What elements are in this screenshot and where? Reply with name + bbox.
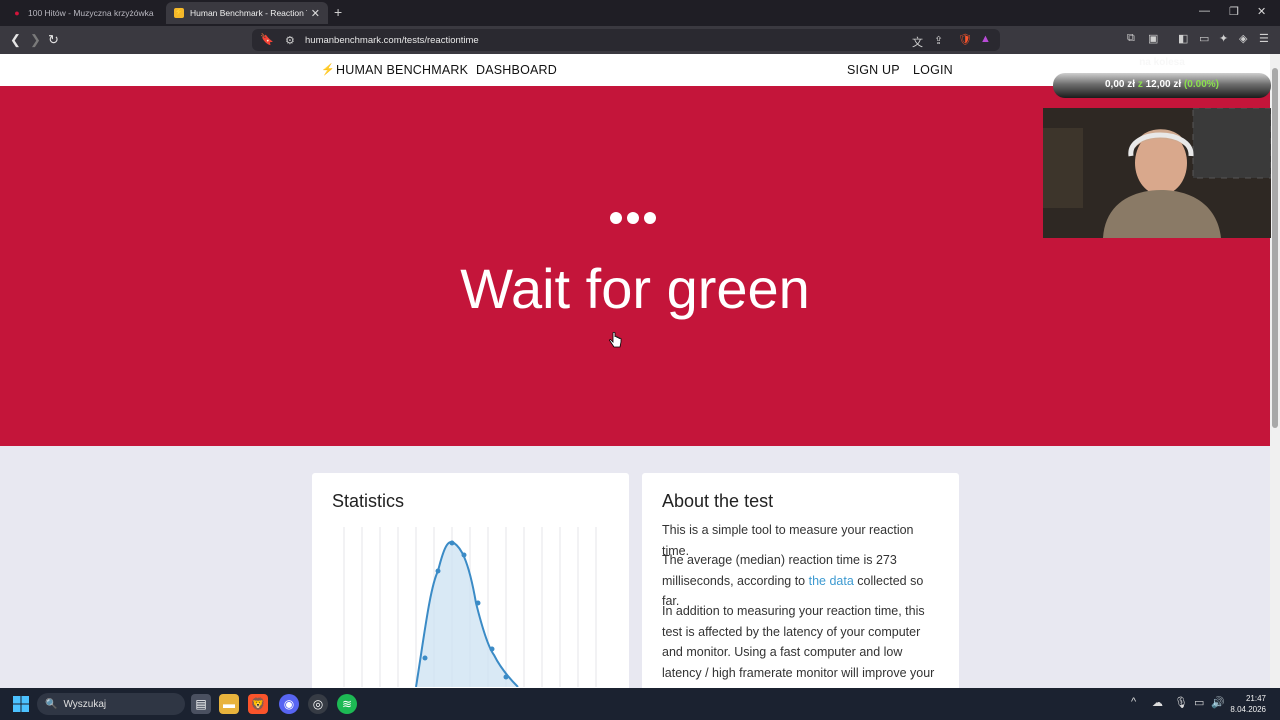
brave-rewards-icon[interactable]: ▲ <box>980 33 991 45</box>
new-tab-button[interactable]: + <box>334 4 342 20</box>
forward-icon[interactable]: ❯ <box>30 32 41 48</box>
site-info-icon[interactable]: ⚙ <box>285 34 295 47</box>
reload-icon[interactable]: ↻ <box>48 32 59 48</box>
windows-start-icon[interactable] <box>13 696 29 712</box>
url-text: humanbenchmark.com/tests/reactiontime <box>305 34 479 46</box>
restore-icon[interactable]: ❐ <box>1229 5 1239 18</box>
back-icon[interactable]: ❮ <box>10 32 21 48</box>
task-view-icon[interactable]: ▤ <box>191 694 211 714</box>
login-link[interactable]: LOGIN <box>913 63 953 77</box>
statistics-card: Statistics <box>312 473 629 688</box>
bolt-logo-icon: ⚡ <box>321 64 335 76</box>
taskbar-search[interactable]: 🔍 Wyszukaj <box>37 693 185 715</box>
clock-date: 8.04.2026 <box>1230 705 1266 714</box>
crossword-favicon-icon: ● <box>14 8 20 18</box>
wallet-icon[interactable]: ▭ <box>1199 32 1209 45</box>
onedrive-icon[interactable]: ☁ <box>1152 696 1163 709</box>
page-scrollbar[interactable] <box>1270 54 1280 688</box>
address-bar[interactable]: 🔖 ⚙ humanbenchmark.com/tests/reactiontim… <box>252 29 1000 51</box>
hero-title: Wait for green <box>460 257 810 320</box>
statistics-title: Statistics <box>332 491 405 511</box>
tab-title: 100 Hitów - Muzyczna krzyżówka on <box>28 8 156 18</box>
search-placeholder: Wyszukaj <box>63 698 107 710</box>
brave-shields-icon[interactable]: 🛡 <box>958 33 972 46</box>
share-icon[interactable]: ⇪ <box>934 34 943 47</box>
windows-taskbar: 🔍 Wyszukaj ▤ ▬ 🦁 ◉ ◎ ≋ ^ ☁ 🎙 ▭ 🔊 21:47 8… <box>0 688 1280 720</box>
file-explorer-icon[interactable]: ▬ <box>219 694 239 714</box>
dashboard-link[interactable]: DASHBOARD <box>476 63 557 77</box>
about-card: About the test This is a simple tool to … <box>642 473 959 688</box>
about-paragraph-3: In addition to measuring your reaction t… <box>662 604 935 688</box>
volume-icon[interactable]: 🔊 <box>1211 696 1225 709</box>
waiting-dots-icon <box>610 212 656 224</box>
donation-goal-bar: na kolesa 0,00 zł z 12,00 zł (0.00%) <box>1053 57 1271 98</box>
clock-time: 21:47 <box>1245 694 1266 703</box>
browser-tab-strip: ● 100 Hitów - Muzyczna krzyżówka on ⚡ Hu… <box>0 0 1280 26</box>
reaction-distribution-chart <box>343 527 597 687</box>
brand-link[interactable]: HUMAN BENCHMARK <box>336 63 468 77</box>
taskbar-clock[interactable]: 21:47 8.04.2026 <box>1230 693 1266 715</box>
browser-toolbar: ❮ ❯ ↻ 🔖 ⚙ humanbenchmark.com/tests/react… <box>0 26 1280 54</box>
menu-icon[interactable]: ☰ <box>1259 32 1269 45</box>
signup-link[interactable]: SIGN UP <box>847 63 900 77</box>
humanbenchmark-favicon-icon: ⚡ <box>174 8 184 18</box>
window-close-icon[interactable]: ✕ <box>1257 5 1266 18</box>
search-icon: 🔍 <box>45 698 58 710</box>
hand-cursor-icon <box>609 332 622 348</box>
leo-ai-icon[interactable]: ✦ <box>1219 32 1228 45</box>
tray-chevron-icon[interactable]: ^ <box>1131 696 1136 708</box>
the-data-link[interactable]: the data <box>809 574 854 588</box>
tab-crossword[interactable]: ● 100 Hitów - Muzyczna krzyżówka on <box>4 2 164 24</box>
brave-taskbar-icon[interactable]: 🦁 <box>248 694 268 714</box>
donation-label: na kolesa <box>1139 57 1185 68</box>
extensions-icon[interactable]: ⧉ <box>1127 32 1135 45</box>
discord-icon[interactable]: ◉ <box>279 694 299 714</box>
vpn-icon[interactable]: ◈ <box>1239 32 1247 45</box>
network-icon[interactable]: ▭ <box>1194 696 1204 709</box>
microphone-icon[interactable]: 🎙 <box>1174 696 1188 709</box>
spotify-icon[interactable]: ≋ <box>337 694 357 714</box>
translate-icon[interactable]: 文 <box>912 34 923 50</box>
minimize-icon[interactable]: — <box>1199 5 1210 17</box>
obs-icon[interactable]: ◎ <box>308 694 328 714</box>
about-title: About the test <box>662 491 774 511</box>
tab-title: Human Benchmark - Reaction Ti <box>190 8 307 18</box>
sidebar-icon[interactable]: ◧ <box>1178 32 1188 45</box>
tab-search-icon[interactable]: ▣ <box>1148 32 1158 45</box>
bookmark-icon[interactable]: 🔖 <box>260 33 274 46</box>
webcam-overlay <box>1043 108 1271 238</box>
tab-human-benchmark[interactable]: ⚡ Human Benchmark - Reaction Ti ✕ <box>166 2 328 24</box>
streamer-webcam-image <box>1043 108 1271 238</box>
close-tab-icon[interactable]: ✕ <box>311 7 320 20</box>
